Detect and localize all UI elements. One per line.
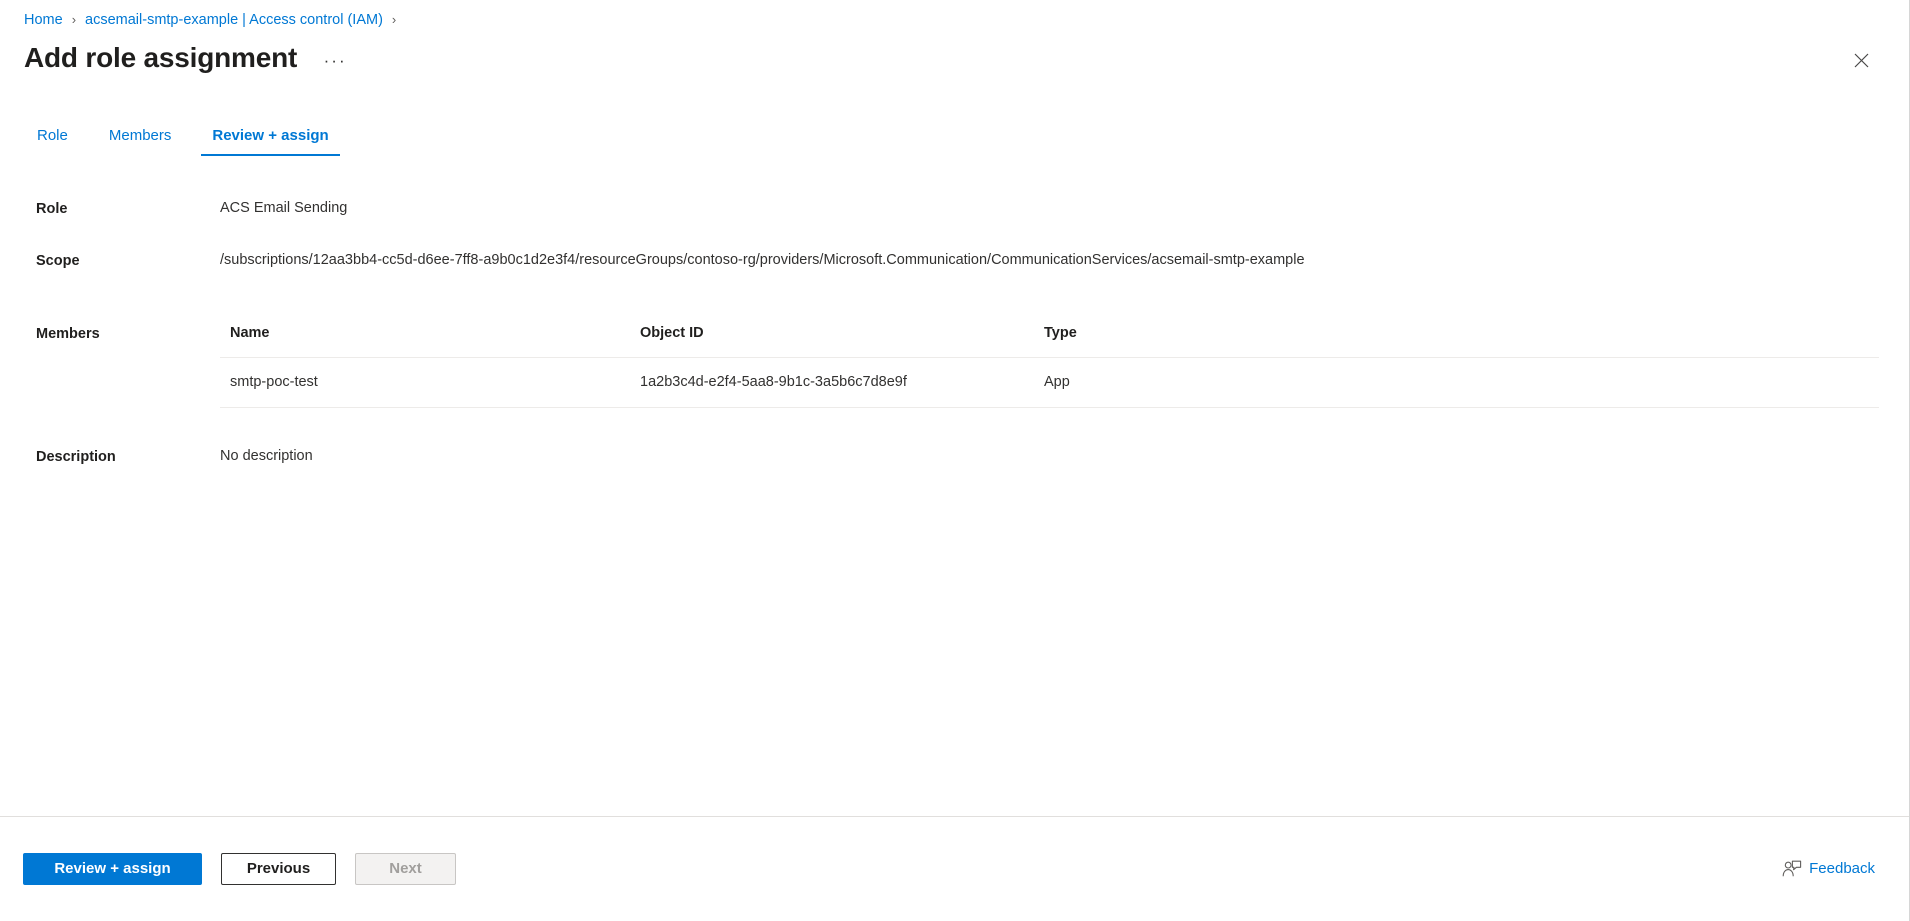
column-header-name: Name <box>220 323 630 358</box>
next-button: Next <box>355 853 456 885</box>
feedback-label: Feedback <box>1809 860 1875 877</box>
role-value: ACS Email Sending <box>220 200 348 216</box>
breadcrumb-item-home[interactable]: Home <box>24 10 63 30</box>
column-header-object-id: Object ID <box>630 323 1034 358</box>
previous-button[interactable]: Previous <box>221 853 336 885</box>
page-title: Add role assignment <box>24 42 298 73</box>
title-row: Add role assignment ··· <box>24 40 1909 76</box>
description-label: Description <box>36 449 116 465</box>
field-row-members: Members Name Object ID Type smtp-poc-tes… <box>0 323 1909 408</box>
cell-member-type: App <box>1034 357 1879 408</box>
members-label: Members <box>36 326 100 342</box>
scope-label: Scope <box>36 253 80 269</box>
tab-role[interactable]: Role <box>26 126 79 156</box>
breadcrumb: Home › acsemail-smtp-example | Access co… <box>24 9 1909 31</box>
role-label: Role <box>36 201 68 217</box>
add-role-assignment-blade: Home › acsemail-smtp-example | Access co… <box>0 0 1910 921</box>
cell-member-name: smtp-poc-test <box>220 357 630 408</box>
feedback-person-icon <box>1782 860 1802 878</box>
breadcrumb-separator-icon: › <box>71 12 77 27</box>
review-content: Role ACS Email Sending Scope /subscripti… <box>0 156 1909 816</box>
breadcrumb-item-resource[interactable]: acsemail-smtp-example | Access control (… <box>85 10 383 30</box>
field-row-scope: Scope /subscriptions/12aa3bb4-cc5d-d6ee-… <box>0 250 1909 271</box>
feedback-link[interactable]: Feedback <box>1782 859 1875 879</box>
breadcrumb-separator-icon: › <box>391 12 397 27</box>
blade-footer: Review + assign Previous Next Feedback <box>0 816 1909 921</box>
tab-members[interactable]: Members <box>98 126 183 156</box>
tab-review-assign[interactable]: Review + assign <box>201 126 341 156</box>
table-row: smtp-poc-test 1a2b3c4d-e2f4-5aa8-9b1c-3a… <box>220 357 1879 408</box>
wizard-tabs: Role Members Review + assign <box>0 116 1909 156</box>
members-table-wrap: Name Object ID Type smtp-poc-test 1a2b3c… <box>220 323 1879 408</box>
cell-member-object-id: 1a2b3c4d-e2f4-5aa8-9b1c-3a5b6c7d8e9f <box>630 357 1034 408</box>
scope-value: /subscriptions/12aa3bb4-cc5d-d6ee-7ff8-a… <box>220 252 1305 268</box>
review-assign-button[interactable]: Review + assign <box>23 853 202 885</box>
description-value: No description <box>220 448 313 464</box>
column-header-type: Type <box>1034 323 1879 358</box>
field-row-description: Description No description <box>0 446 1909 467</box>
close-icon[interactable] <box>1845 44 1877 76</box>
table-header-row: Name Object ID Type <box>220 323 1879 358</box>
blade-header: Home › acsemail-smtp-example | Access co… <box>0 0 1909 76</box>
members-table: Name Object ID Type smtp-poc-test 1a2b3c… <box>220 323 1879 408</box>
more-options-icon[interactable]: ··· <box>319 47 351 75</box>
field-row-role: Role ACS Email Sending <box>0 198 1909 219</box>
